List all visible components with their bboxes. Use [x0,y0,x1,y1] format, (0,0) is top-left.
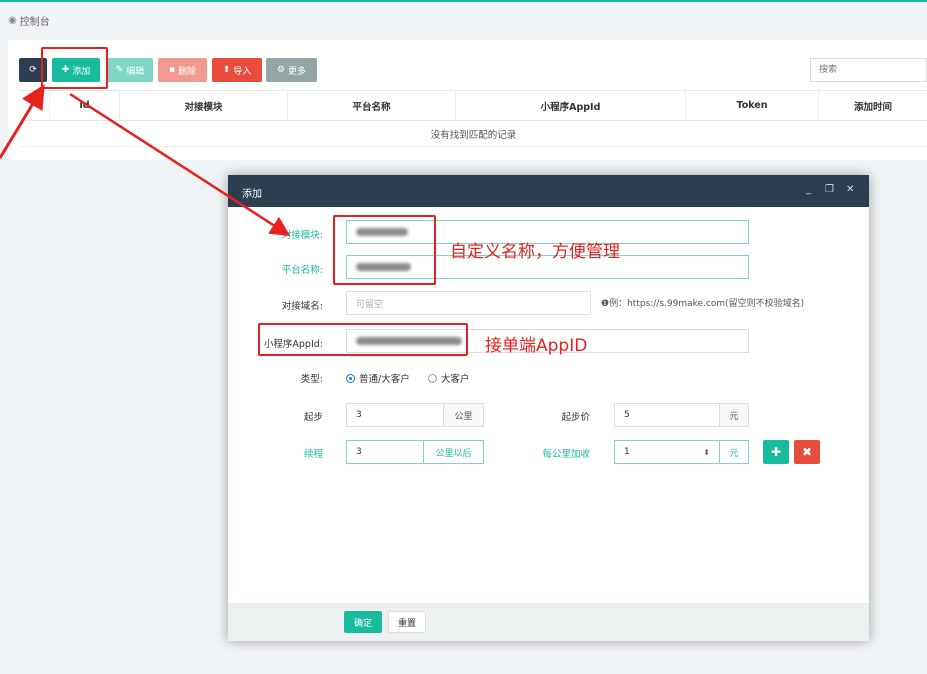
arrow-to-add-button [0,84,45,159]
arrow-to-module-field [69,92,291,237]
annotation-arrows [0,84,291,237]
